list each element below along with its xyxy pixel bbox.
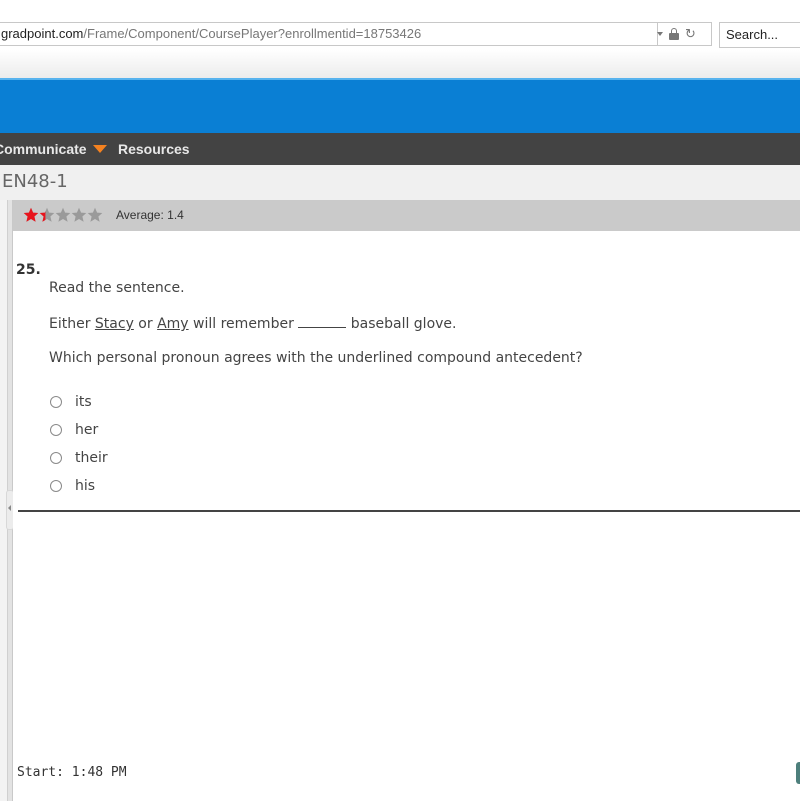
star-icon[interactable] [71, 207, 87, 223]
choice-label: her [75, 422, 99, 438]
question-intro: Read the sentence. [49, 280, 185, 296]
question-sentence: Either Stacy or Amy will remember baseba… [49, 315, 457, 332]
star-rating[interactable] [23, 207, 103, 223]
course-title: EN48-1 [2, 171, 68, 192]
antecedent-amy: Amy [157, 316, 189, 332]
choice-label: their [75, 450, 108, 466]
radio-button[interactable] [50, 480, 62, 492]
choice-label: his [75, 478, 96, 494]
sentence-text: will remember [188, 316, 299, 332]
star-icon[interactable] [39, 207, 55, 223]
nav-resources-label: Resources [118, 141, 190, 157]
sentence-text: Either [49, 316, 95, 332]
average-rating-label: Average: 1.4 [116, 208, 184, 222]
url-dropdown-icon[interactable] [657, 32, 663, 36]
radio-button[interactable] [50, 424, 62, 436]
url-path: /Frame/Component/CoursePlayer?enrollment… [83, 26, 422, 41]
question-divider [18, 510, 800, 512]
star-icon[interactable] [23, 207, 39, 223]
lock-icon[interactable] [669, 28, 679, 40]
nav-resources[interactable]: Resources [118, 133, 190, 165]
star-icon[interactable] [87, 207, 103, 223]
corner-button[interactable] [796, 762, 800, 784]
answer-choice[interactable]: her [50, 420, 98, 440]
radio-button[interactable] [50, 396, 62, 408]
sentence-blank [298, 315, 347, 328]
question-panel: 25. Read the sentence. Either Stacy or A… [13, 231, 800, 801]
star-icon[interactable] [55, 207, 71, 223]
start-time: Start: 1:48 PM [17, 765, 127, 780]
nav-communicate[interactable]: Communicate [0, 133, 107, 165]
radio-button[interactable] [50, 452, 62, 464]
browser-search-box[interactable]: Search... [719, 22, 800, 48]
question-prompt: Which personal pronoun agrees with the u… [49, 350, 583, 366]
main-nav: Communicate Resources [0, 133, 800, 165]
address-bar-icons: ↻ [655, 22, 709, 46]
answer-choice[interactable]: its [50, 392, 92, 412]
question-number: 25. [16, 262, 41, 278]
answer-choice[interactable]: their [50, 448, 108, 468]
course-title-bar: EN48-1 [0, 165, 800, 200]
chevron-left-icon [8, 505, 11, 511]
nav-communicate-label: Communicate [0, 141, 87, 157]
answer-choice[interactable]: his [50, 476, 95, 496]
address-bar[interactable]: gradpoint.com/Frame/Component/CoursePlay… [0, 22, 658, 46]
sentence-text: baseball glove. [346, 316, 457, 332]
browser-toolbar [0, 50, 800, 78]
site-banner [0, 78, 800, 133]
refresh-icon[interactable]: ↻ [685, 28, 696, 41]
url-host: gradpoint.com [1, 26, 84, 41]
sentence-text: or [133, 316, 158, 332]
browser-top-strip [0, 0, 800, 18]
choice-label: its [75, 394, 92, 410]
dropdown-caret-icon [92, 145, 107, 154]
antecedent-stacy: Stacy [94, 316, 134, 332]
rating-bar: Average: 1.4 [13, 200, 800, 231]
